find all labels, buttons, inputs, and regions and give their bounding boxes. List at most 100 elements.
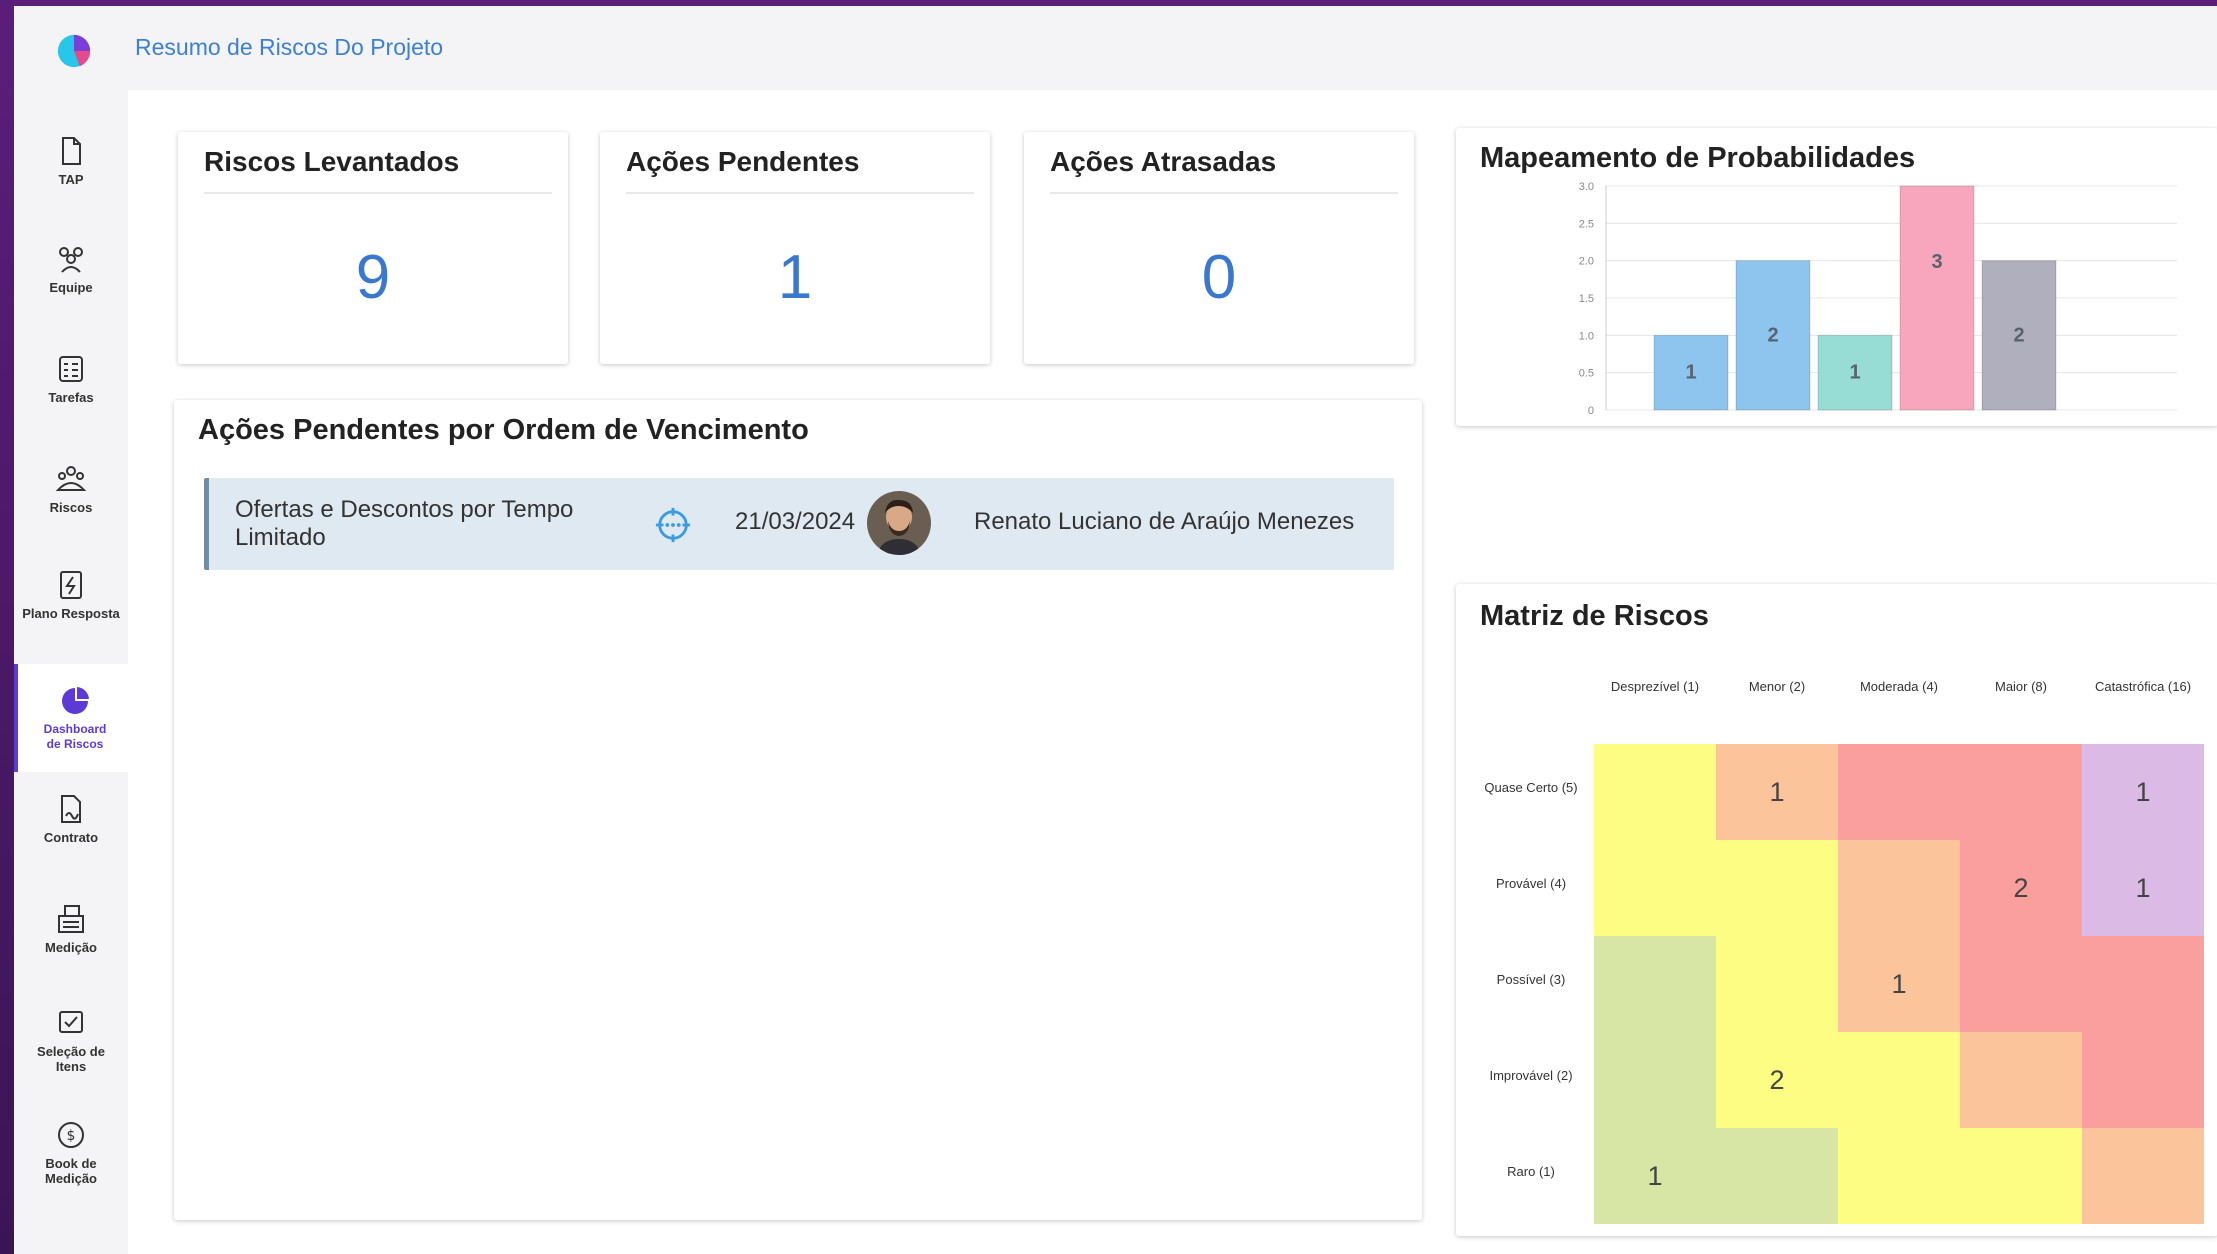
stat-card-acoes-pendentes: Ações Pendentes 1 (600, 132, 990, 364)
sidebar-item-label: Riscos (49, 500, 93, 515)
sidebar-item-label: Tarefas (48, 390, 94, 405)
y-tick-label: 3.0 (1579, 181, 1594, 193)
matrix-cell[interactable]: 1 (1716, 744, 1838, 840)
sidebar-item-selecao-itens[interactable]: Seleção de Itens (14, 1006, 128, 1074)
target-icon[interactable] (654, 506, 692, 544)
breadcrumb[interactable]: Resumo de Riscos Do Projeto (135, 34, 443, 61)
matrix-cell[interactable]: 2 (1716, 1032, 1838, 1128)
svg-text:$: $ (67, 1128, 76, 1144)
pending-action-row[interactable]: Ofertas e Descontos por Tempo Limitado 2… (204, 478, 1394, 570)
matrix-row-header: Raro (1) (1507, 1164, 1555, 1179)
y-tick-label: 2.0 (1579, 256, 1594, 268)
matrix-cell[interactable] (2082, 1128, 2204, 1224)
matrix-cell[interactable] (1838, 840, 1960, 936)
sidebar-item-label: Book de Medição (44, 1156, 97, 1186)
matrix-cell[interactable] (1594, 1032, 1716, 1128)
y-tick-label: 0 (1588, 405, 1594, 417)
matrix-cell[interactable] (1960, 1032, 2082, 1128)
avatar (867, 491, 931, 555)
app-window: Resumo de Riscos Do Projeto TAP Equipe T… (14, 6, 2217, 1254)
sidebar-item-contrato[interactable]: Contrato (14, 792, 128, 845)
risk-people-icon (55, 466, 87, 491)
sidebar-item-book-medicao[interactable]: $ Book de Medição (14, 1118, 128, 1186)
measurement-icon (58, 905, 84, 933)
stat-card-riscos-levantados: Riscos Levantados 9 (178, 132, 568, 364)
pie-chart-icon (62, 686, 90, 714)
matrix-row-header: Provável (4) (1495, 876, 1567, 891)
matrix-row-header: Possível (3) (1496, 972, 1566, 987)
pending-actions-panel: Ações Pendentes por Ordem de Vencimento … (174, 400, 1422, 1220)
stat-value: 1 (777, 243, 813, 312)
matrix-cell[interactable]: 1 (1838, 936, 1960, 1032)
matrix-row-header: Improvável (2) (1489, 1068, 1573, 1083)
matrix-column-header: Menor (2) (1748, 679, 1806, 694)
stat-value: 0 (1201, 243, 1237, 312)
response-plan-icon (60, 571, 82, 599)
matrix-cell[interactable] (1838, 1032, 1960, 1128)
y-tick-label: 2.5 (1579, 218, 1594, 230)
matrix-cell[interactable] (1960, 936, 2082, 1032)
matrix-cell[interactable] (2082, 1032, 2204, 1128)
matrix-column-header: Desprezível (1) (1610, 679, 1700, 694)
top-bar: Resumo de Riscos Do Projeto (14, 6, 2217, 90)
matrix-column-header: Moderada (4) (1859, 679, 1939, 694)
tasks-icon (59, 356, 83, 382)
sidebar-item-label: Plano Resposta (22, 606, 120, 621)
action-person: Renato Luciano de Araújo Menezes (974, 508, 1355, 535)
bar-value-label: 1 (1849, 362, 1860, 384)
matrix-cell[interactable] (1716, 840, 1838, 936)
stat-title: Ações Atrasadas (1050, 146, 1398, 194)
sidebar-item-tarefas[interactable]: Tarefas (14, 352, 128, 405)
sidebar-item-label: Contrato (43, 830, 99, 845)
stat-value: 9 (355, 243, 391, 312)
main-content: Riscos Levantados 9 Ações Pendentes 1 Aç… (128, 90, 2217, 1254)
bar-value-label: 2 (1767, 324, 1778, 346)
matrix-cell[interactable]: 2 (1960, 840, 2082, 936)
matrix-cell[interactable]: 1 (2082, 744, 2204, 840)
sidebar-item-dashboard-riscos[interactable]: Dashboard de Riscos (14, 664, 132, 772)
matrix-cell[interactable] (1594, 936, 1716, 1032)
action-name: Ofertas e Descontos por Tempo Limitado (235, 496, 574, 551)
matrix-cell[interactable]: 1 (1594, 1128, 1716, 1224)
sidebar-item-equipe[interactable]: Equipe (14, 242, 128, 295)
money-book-icon: $ (58, 1122, 84, 1148)
y-tick-label: 1.0 (1579, 330, 1594, 342)
sidebar-item-tap[interactable]: TAP (14, 134, 128, 187)
matrix-cell[interactable] (1716, 936, 1838, 1032)
matrix-cell[interactable] (1960, 1128, 2082, 1224)
stat-card-acoes-atrasadas: Ações Atrasadas 0 (1024, 132, 1414, 364)
bar-provável (1899, 185, 1975, 411)
sidebar-item-plano-resposta[interactable]: Plano Resposta (14, 568, 128, 621)
sidebar-item-label: Medição (44, 940, 97, 955)
panel-title: Matriz de Riscos (1480, 600, 1709, 632)
checkbox-icon (59, 1011, 83, 1033)
y-tick-label: 1.5 (1579, 293, 1594, 305)
panel-title: Ações Pendentes por Ordem de Vencimento (198, 414, 809, 446)
matrix-cell[interactable] (1716, 1128, 1838, 1224)
stat-title: Ações Pendentes (626, 146, 974, 194)
matrix-cell[interactable]: 1 (2082, 840, 2204, 936)
matrix-cell[interactable] (1594, 840, 1716, 936)
bar-value-label: 1 (1685, 362, 1696, 384)
matrix-cell[interactable] (2082, 936, 2204, 1032)
sidebar-item-label: Dashboard de Riscos (43, 722, 107, 751)
matrix-cell[interactable] (1838, 1128, 1960, 1224)
sidebar-item-riscos[interactable]: Riscos (14, 462, 128, 515)
matrix-cell[interactable] (1594, 744, 1716, 840)
y-tick-label: 0.5 (1579, 368, 1594, 380)
pie-chart-logo-icon[interactable] (55, 32, 93, 70)
bar-value-label: 2 (2013, 324, 2024, 346)
sidebar-item-label: Equipe (49, 280, 93, 295)
sidebar-item-label: Seleção de Itens (37, 1044, 105, 1074)
sidebar-item-medicao[interactable]: Medição (14, 902, 128, 955)
sidebar: TAP Equipe Tarefas Riscos Plano Resposta… (14, 90, 132, 1254)
action-date: 21/03/2024 (735, 508, 856, 535)
risk-matrix-panel: Matriz de Riscos Desprezível (1) Menor (2… (1456, 584, 2217, 1236)
matrix-column-header: Maior (8) (1994, 679, 2047, 694)
matrix-cell[interactable] (1838, 744, 1960, 840)
bar-value-label: 3 (1931, 251, 1942, 273)
matrix-cell[interactable] (1960, 744, 2082, 840)
team-icon (59, 247, 83, 273)
document-icon (62, 137, 81, 165)
sidebar-item-label: TAP (58, 172, 84, 187)
